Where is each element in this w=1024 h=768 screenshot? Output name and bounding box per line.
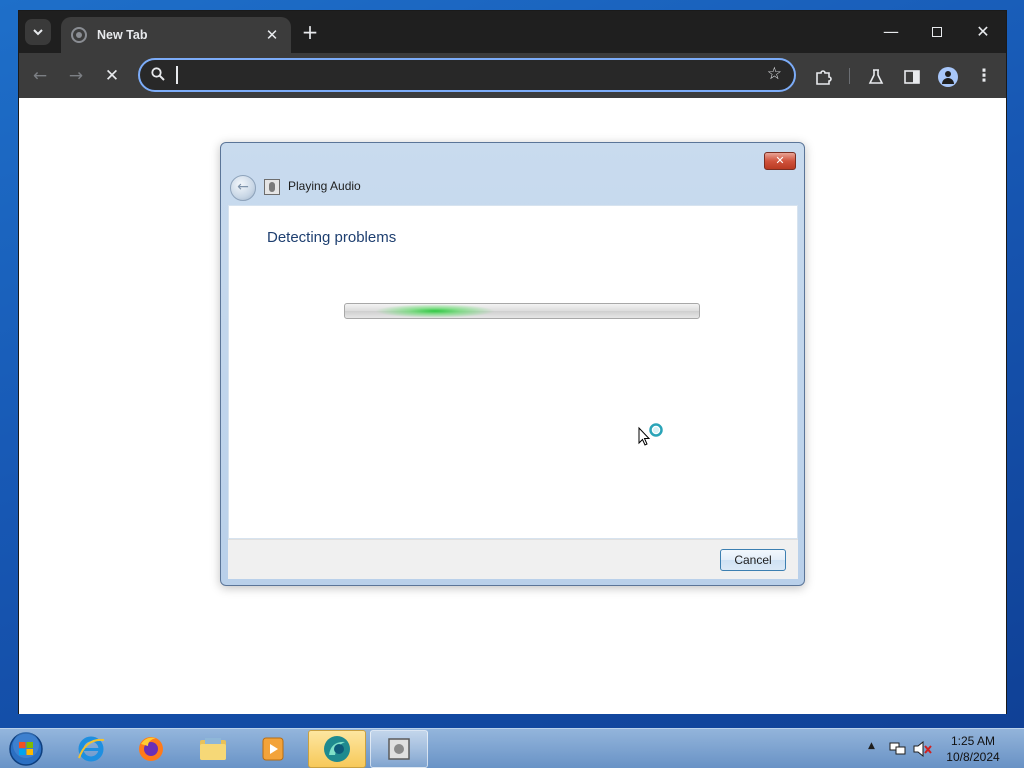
internet-explorer-icon — [78, 736, 105, 762]
browser-app-icon — [324, 736, 350, 762]
close-window-button[interactable]: ✕ — [961, 19, 1005, 45]
folder-icon — [200, 738, 226, 760]
tray-expand-icon[interactable]: ▲ — [868, 741, 875, 751]
taskbar-browser[interactable] — [308, 730, 366, 768]
taskbar: ▲ 1:25 AM 10/8/2024 — [0, 728, 1024, 768]
cancel-button[interactable]: Cancel — [720, 549, 786, 571]
troubleshooter-icon — [388, 738, 410, 760]
progress-bar — [344, 303, 700, 319]
profile-avatar-button[interactable] — [935, 63, 961, 89]
new-tab-button[interactable]: + — [299, 21, 321, 43]
labs-flask-icon[interactable] — [863, 63, 889, 89]
address-bar[interactable]: ☆ — [138, 58, 796, 92]
dialog-back-button[interactable]: ← — [230, 175, 256, 201]
tab-title: New Tab — [97, 28, 148, 42]
back-button[interactable]: ← — [27, 63, 53, 89]
taskbar-file-explorer[interactable] — [184, 730, 242, 768]
side-panel-icon[interactable] — [899, 63, 925, 89]
forward-button[interactable]: → — [63, 63, 89, 89]
taskbar-internet-explorer[interactable] — [62, 730, 120, 768]
taskbar-media-player[interactable] — [244, 730, 302, 768]
windows-logo-icon — [9, 732, 43, 766]
tab-strip: New Tab ✕ + — ✕ — [19, 11, 1006, 53]
troubleshooter-dialog: ✕ ← Playing Audio Detecting problems Can… — [220, 142, 805, 586]
tab-new-tab[interactable]: New Tab ✕ — [61, 17, 291, 53]
dialog-footer: Cancel — [228, 539, 798, 579]
browser-toolbar: ← → ✕ ☆ ⋮ — [19, 53, 1006, 98]
bookmark-star-icon[interactable]: ☆ — [767, 64, 782, 84]
stop-loading-button[interactable]: ✕ — [99, 63, 125, 89]
chevron-down-icon — [33, 29, 43, 36]
clock-time: 1:25 AM — [950, 734, 996, 748]
system-clock[interactable]: 1:25 AM 10/8/2024 — [940, 733, 1006, 765]
toolbar-separator — [849, 68, 850, 84]
maximize-button[interactable] — [915, 19, 959, 45]
browser-menu-icon[interactable]: ⋮ — [971, 63, 997, 89]
tab-close-icon[interactable]: ✕ — [263, 26, 281, 44]
start-button[interactable] — [6, 730, 46, 768]
taskbar-firefox[interactable] — [122, 730, 180, 768]
clock-date: 10/8/2024 — [946, 750, 1000, 764]
dialog-title: Playing Audio — [288, 179, 361, 193]
status-heading: Detecting problems — [267, 229, 397, 246]
media-player-icon — [262, 737, 284, 761]
firefox-icon — [139, 737, 163, 761]
dialog-body: Detecting problems — [228, 205, 798, 539]
maximize-icon — [932, 27, 942, 37]
avatar — [938, 66, 958, 87]
speaker-icon — [264, 179, 280, 195]
busy-cursor-icon — [638, 423, 663, 446]
taskbar-troubleshooter[interactable] — [370, 730, 428, 768]
address-input[interactable] — [178, 62, 758, 88]
dialog-close-button[interactable]: ✕ — [764, 152, 796, 170]
tab-search-button[interactable] — [25, 19, 51, 45]
loading-favicon-icon — [71, 27, 87, 43]
minimize-button[interactable]: — — [869, 19, 913, 45]
search-icon — [151, 67, 165, 81]
progress-marquee — [375, 304, 495, 318]
extensions-puzzle-icon[interactable] — [810, 63, 836, 89]
volume-muted-icon[interactable] — [913, 741, 933, 757]
network-icon[interactable] — [889, 741, 907, 757]
